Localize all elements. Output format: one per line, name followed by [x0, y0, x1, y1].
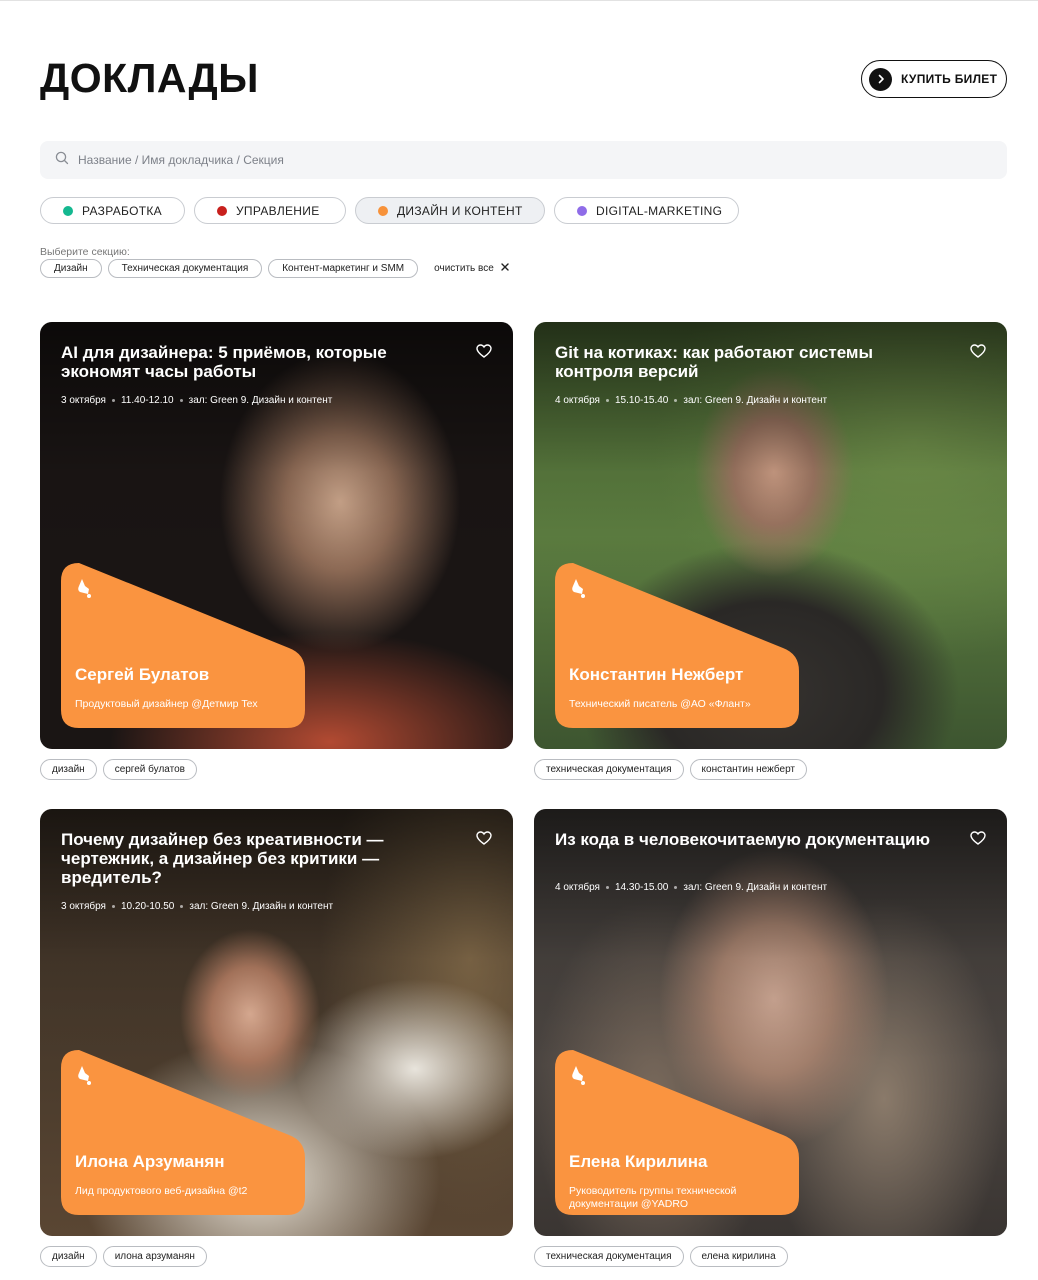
- talk-title: AI для дизайнера: 5 приёмов, которые эко…: [61, 343, 387, 381]
- page: ДОКЛАДЫ КУПИТЬ БИЛЕТ РАЗРАБОТКА УПРАВЛЕНИ…: [0, 0, 1038, 1280]
- talk-date: 3 октября: [61, 395, 106, 406]
- speaker-name: Сергей Булатов: [75, 665, 210, 684]
- bell-icon: [570, 577, 592, 604]
- speaker-name: Елена Кирилина: [569, 1152, 708, 1171]
- speaker-name: Константин Нежберт: [569, 665, 744, 684]
- search-bar: [40, 141, 1007, 179]
- close-icon: [501, 263, 509, 274]
- tag-chip[interactable]: елена кирилина: [689, 1246, 788, 1267]
- category-management[interactable]: УПРАВЛЕНИЕ: [194, 197, 346, 224]
- bell-icon: [570, 1064, 592, 1091]
- category-label: УПРАВЛЕНИЕ: [236, 203, 320, 218]
- category-label: ДИЗАЙН И КОНТЕНТ: [397, 203, 523, 218]
- buy-ticket-button[interactable]: КУПИТЬ БИЛЕТ: [861, 60, 1007, 98]
- category-design-content[interactable]: ДИЗАЙН И КОНТЕНТ: [355, 197, 545, 224]
- category-development[interactable]: РАЗРАБОТКА: [40, 197, 185, 224]
- category-dot-icon: [378, 205, 388, 216]
- section-chip-tech-docs[interactable]: Техническая документация: [107, 259, 263, 278]
- favorite-heart-icon[interactable]: [476, 831, 492, 850]
- talk-hall: зал: Green 9. Дизайн и контент: [683, 395, 828, 406]
- bell-icon: [76, 577, 98, 604]
- talk-meta: 4 октября 14.30-15.00 зал: Green 9. Диза…: [555, 882, 827, 893]
- talk-title: Из кода в человекочитаемую документацию: [555, 830, 930, 849]
- tag-chip[interactable]: илона арзуманян: [102, 1246, 207, 1267]
- tag-chip[interactable]: техническая документация: [534, 759, 684, 780]
- category-dot-icon: [577, 205, 587, 216]
- talk-time: 14.30-15.00: [614, 882, 669, 893]
- page-title: ДОКЛАДЫ: [40, 55, 259, 101]
- category-dot-icon: [217, 205, 227, 216]
- section-chip-design[interactable]: Дизайн: [40, 259, 102, 278]
- section-chip-content-marketing[interactable]: Контент-маркетинг и SMM: [268, 259, 419, 278]
- talk-title: Почему дизайнер без креативности — черте…: [61, 830, 384, 887]
- tag-chip[interactable]: дизайн: [40, 1246, 97, 1267]
- tag-chip[interactable]: сергей булатов: [102, 759, 197, 780]
- talk-card[interactable]: Почему дизайнер без креативности — черте…: [40, 809, 513, 1236]
- talk-date: 4 октября: [555, 395, 600, 406]
- speaker-role: Руководитель группы технической документ…: [569, 1185, 737, 1210]
- favorite-heart-icon[interactable]: [970, 344, 986, 363]
- category-dot-icon: [63, 205, 73, 216]
- bell-icon: [76, 1064, 98, 1091]
- category-digital-marketing[interactable]: DIGITAL-MARKETING: [554, 197, 739, 224]
- talk-hall: зал: Green 9. Дизайн и контент: [188, 395, 333, 406]
- speaker-name: Илона Арзуманян: [75, 1152, 225, 1171]
- buy-ticket-label: КУПИТЬ БИЛЕТ: [901, 72, 998, 86]
- speaker-role: Лид продуктового веб-дизайна @t2: [75, 1185, 248, 1197]
- talk-meta: 3 октября 11.40-12.10 зал: Green 9. Диза…: [61, 395, 332, 406]
- speaker-role: Продуктовый дизайнер @Детмир Tex: [75, 698, 258, 710]
- speaker-role: Технический писатель @АО «Флант»: [569, 698, 751, 710]
- tag-chip[interactable]: константин нежберт: [689, 759, 807, 780]
- talk-card[interactable]: Git на котиках: как работают системы кон…: [534, 322, 1007, 749]
- talk-date: 3 октября: [61, 901, 106, 912]
- section-select-label: Выберите секцию:: [40, 246, 130, 258]
- category-tabs: РАЗРАБОТКА УПРАВЛЕНИЕ ДИЗАЙН И КОНТЕНТ DIGI…: [40, 197, 739, 224]
- section-chips: Дизайн Техническая документация Контент-…: [40, 259, 509, 278]
- tag-chip[interactable]: техническая документация: [534, 1246, 684, 1267]
- clear-filters-button[interactable]: очистить все: [434, 263, 509, 274]
- talk-hall: зал: Green 9. Дизайн и контент: [683, 882, 828, 893]
- chevron-right-icon: [869, 67, 892, 91]
- talk-card[interactable]: AI для дизайнера: 5 приёмов, которые эко…: [40, 322, 513, 749]
- talk-tags: дизайн сергей булатов: [40, 759, 197, 780]
- talk-tags: техническая документация константин нежб…: [534, 759, 807, 780]
- talk-hall: зал: Green 9. Дизайн и контент: [189, 901, 334, 912]
- talk-title: Git на котиках: как работают системы кон…: [555, 343, 874, 381]
- category-label: РАЗРАБОТКА: [82, 203, 162, 218]
- talk-meta: 4 октября 15.10-15.40 зал: Green 9. Диза…: [555, 395, 827, 406]
- talk-time: 10.20-10.50: [120, 901, 175, 912]
- category-label: DIGITAL-MARKETING: [596, 203, 723, 218]
- talk-date: 4 октября: [555, 882, 600, 893]
- talk-card[interactable]: Из кода в человекочитаемую документацию …: [534, 809, 1007, 1236]
- favorite-heart-icon[interactable]: [476, 344, 492, 363]
- talk-time: 11.40-12.10: [120, 395, 174, 406]
- search-icon: [55, 151, 69, 170]
- talk-meta: 3 октября 10.20-10.50 зал: Green 9. Диза…: [61, 901, 333, 912]
- talk-tags: дизайн илона арзуманян: [40, 1246, 207, 1267]
- tag-chip[interactable]: дизайн: [40, 759, 97, 780]
- clear-filters-label: очистить все: [434, 263, 494, 274]
- talk-tags: техническая документация елена кирилина: [534, 1246, 788, 1267]
- favorite-heart-icon[interactable]: [970, 831, 986, 850]
- talk-time: 15.10-15.40: [614, 395, 669, 406]
- search-input[interactable]: [78, 153, 978, 167]
